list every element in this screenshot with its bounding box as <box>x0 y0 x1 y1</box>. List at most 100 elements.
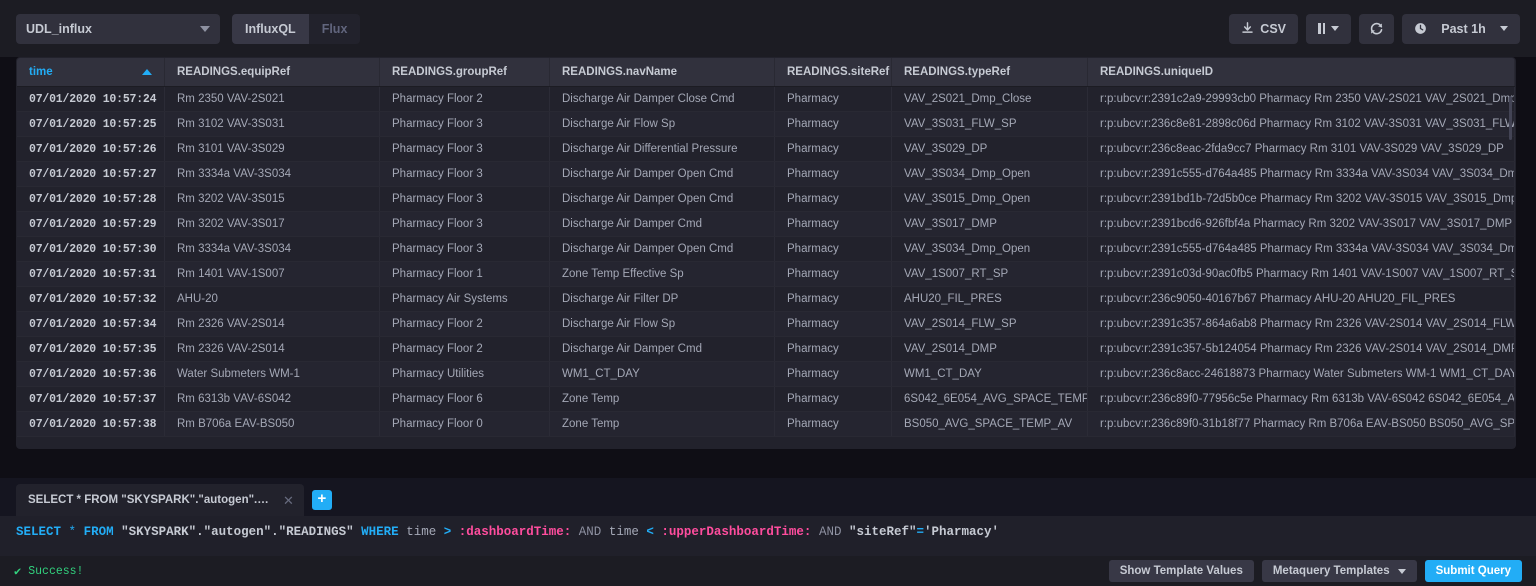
cell-typeref: BS050_AVG_SPACE_TEMP_AV <box>892 412 1088 436</box>
cell-equipref: Rm 3202 VAV-3S015 <box>165 187 380 211</box>
cell-typeref: WM1_CT_DAY <box>892 362 1088 386</box>
close-icon[interactable]: ✕ <box>283 494 294 507</box>
query-tab-bar: SELECT * FROM "SKYSPARK"."autogen"."READ… <box>0 478 1536 516</box>
table-row[interactable]: 07/01/2020 10:57:37 Rm 6313b VAV-6S042 Pha… <box>17 387 1515 412</box>
query-token: AND <box>578 525 602 539</box>
tab-influxql[interactable]: InfluxQL <box>232 13 309 44</box>
metaquery-templates-button[interactable]: Metaquery Templates <box>1261 560 1417 582</box>
table-vertical-scrollbar[interactable] <box>1509 96 1512 140</box>
cell-navname: Discharge Air Flow Sp <box>550 112 775 136</box>
cell-typeref: VAV_2S021_Dmp_Close <box>892 87 1088 111</box>
cell-equipref: Water Submeters WM-1 <box>165 362 380 386</box>
cell-navname: Discharge Air Damper Cmd <box>550 212 775 236</box>
metaquery-templates-label: Metaquery Templates <box>1272 565 1390 577</box>
download-csv-label: CSV <box>1260 21 1286 36</box>
tab-flux[interactable]: Flux <box>308 13 361 44</box>
cell-typeref: VAV_1S007_RT_SP <box>892 262 1088 286</box>
refresh-button[interactable] <box>1359 13 1394 44</box>
cell-groupref: Pharmacy Floor 3 <box>380 137 550 161</box>
cell-navname: WM1_CT_DAY <box>550 362 775 386</box>
cell-uniqueid: r:p:ubcv:r:236c8eac-2fda9cc7 Pharmacy Rm… <box>1088 137 1515 161</box>
column-header-time[interactable]: time <box>17 58 165 86</box>
query-token: SELECT <box>16 525 62 539</box>
cell-typeref: VAV_3S034_Dmp_Open <box>892 162 1088 186</box>
table-row[interactable]: 07/01/2020 10:57:32 AHU-20 Pharmacy Air Sy… <box>17 287 1515 312</box>
cell-navname: Discharge Air Damper Open Cmd <box>550 187 775 211</box>
pause-autorefresh-button[interactable] <box>1306 13 1351 44</box>
query-token: time <box>608 525 639 539</box>
data-explorer-page: UDL_influx InfluxQL Flux CSV Past 1h tim… <box>0 0 1536 586</box>
query-token <box>841 525 849 539</box>
table-row[interactable]: 07/01/2020 10:57:26 Rm 3101 VAV-3S029 Phar… <box>17 137 1515 162</box>
cell-time: 07/01/2020 10:57:31 <box>17 262 165 286</box>
download-csv-button[interactable]: CSV <box>1229 13 1298 44</box>
database-select[interactable]: UDL_influx <box>16 13 220 44</box>
add-query-tab-button[interactable]: + <box>311 490 332 510</box>
table-row[interactable]: 07/01/2020 10:57:34 Rm 2326 VAV-2S014 Phar… <box>17 312 1515 337</box>
toolbar-actions: CSV Past 1h <box>1229 13 1520 44</box>
cell-equipref: Rm 3102 VAV-3S031 <box>165 112 380 136</box>
cell-navname: Zone Temp <box>550 412 775 436</box>
cell-typeref: VAV_3S015_Dmp_Open <box>892 187 1088 211</box>
column-header-siteref[interactable]: READINGS.siteRef <box>775 58 892 86</box>
time-range-picker[interactable]: Past 1h <box>1402 13 1520 44</box>
cell-uniqueid: r:p:ubcv:r:2391c2a9-29993cb0 Pharmacy Rm… <box>1088 87 1515 111</box>
refresh-icon <box>1370 22 1383 35</box>
cell-typeref: VAV_3S017_DMP <box>892 212 1088 236</box>
table-row[interactable]: 07/01/2020 10:57:27 Rm 3334a VAV-3S034 Pha… <box>17 162 1515 187</box>
table-row[interactable]: 07/01/2020 10:57:38 Rm B706a EAV-BS050 Pha… <box>17 412 1515 437</box>
cell-groupref: Pharmacy Floor 2 <box>380 337 550 361</box>
cell-groupref: Pharmacy Floor 1 <box>380 262 550 286</box>
cell-time: 07/01/2020 10:57:27 <box>17 162 165 186</box>
table-row[interactable]: 07/01/2020 10:57:30 Rm 3334a VAV-3S034 Pha… <box>17 237 1515 262</box>
cell-groupref: Pharmacy Floor 3 <box>380 187 550 211</box>
show-template-values-button[interactable]: Show Template Values <box>1108 560 1254 582</box>
cell-groupref: Pharmacy Floor 3 <box>380 162 550 186</box>
cell-equipref: Rm 3334a VAV-3S034 <box>165 162 380 186</box>
table-body[interactable]: 07/01/2020 10:57:24 Rm 2350 VAV-2S021 Phar… <box>17 87 1515 437</box>
cell-equipref: Rm B706a EAV-BS050 <box>165 412 380 436</box>
pause-icon <box>1318 23 1325 34</box>
table-row[interactable]: 07/01/2020 10:57:36 Water Submeters WM-1 P… <box>17 362 1515 387</box>
cell-uniqueid: r:p:ubcv:r:236c9050-40167b67 Pharmacy AH… <box>1088 287 1515 311</box>
query-token <box>451 525 459 539</box>
query-token: :upperDashboardTime: <box>661 525 812 539</box>
cell-uniqueid: r:p:ubcv:r:236c8e81-2898c06d Pharmacy Rm… <box>1088 112 1515 136</box>
cell-typeref: VAV_3S031_FLW_SP <box>892 112 1088 136</box>
column-header-uniqueid[interactable]: READINGS.uniqueID <box>1088 58 1515 86</box>
column-header-equipref[interactable]: READINGS.equipRef <box>165 58 380 86</box>
cell-uniqueid: r:p:ubcv:r:2391bd1b-72d5b0ce Pharmacy Rm… <box>1088 187 1515 211</box>
cell-typeref: AHU20_FIL_PRES <box>892 287 1088 311</box>
cell-time: 07/01/2020 10:57:29 <box>17 212 165 236</box>
query-token: < <box>646 525 654 539</box>
download-icon <box>1242 22 1253 33</box>
query-editor[interactable]: SELECT * FROM "SKYSPARK"."autogen"."READ… <box>0 516 1536 556</box>
column-header-time-label: time <box>29 66 53 78</box>
column-header-navname[interactable]: READINGS.navName <box>550 58 775 86</box>
submit-query-button[interactable]: Submit Query <box>1424 560 1522 582</box>
cell-equipref: Rm 3334a VAV-3S034 <box>165 237 380 261</box>
query-token: = <box>916 525 924 539</box>
column-header-typeref[interactable]: READINGS.typeRef <box>892 58 1088 86</box>
query-tab[interactable]: SELECT * FROM "SKYSPARK"."autogen"."READ… <box>16 484 304 516</box>
table-row[interactable]: 07/01/2020 10:57:31 Rm 1401 VAV-1S007 Phar… <box>17 262 1515 287</box>
query-tab-label: SELECT * FROM "SKYSPARK"."autogen"."READ… <box>28 494 273 506</box>
table-row[interactable]: 07/01/2020 10:57:28 Rm 3202 VAV-3S015 Phar… <box>17 187 1515 212</box>
table-row[interactable]: 07/01/2020 10:57:24 Rm 2350 VAV-2S021 Phar… <box>17 87 1515 112</box>
cell-groupref: Pharmacy Air Systems <box>380 287 550 311</box>
table-row[interactable]: 07/01/2020 10:57:25 Rm 3102 VAV-3S031 Phar… <box>17 112 1515 137</box>
cell-navname: Discharge Air Differential Pressure <box>550 137 775 161</box>
cell-navname: Discharge Air Filter DP <box>550 287 775 311</box>
cell-time: 07/01/2020 10:57:37 <box>17 387 165 411</box>
column-header-groupref[interactable]: READINGS.groupRef <box>380 58 550 86</box>
cell-equipref: Rm 2350 VAV-2S021 <box>165 87 380 111</box>
query-token: AND <box>818 525 842 539</box>
check-icon: ✔ <box>14 564 22 579</box>
table-row[interactable]: 07/01/2020 10:57:35 Rm 2326 VAV-2S014 Phar… <box>17 337 1515 362</box>
cell-groupref: Pharmacy Floor 3 <box>380 112 550 136</box>
cell-groupref: Pharmacy Floor 3 <box>380 237 550 261</box>
table-row[interactable]: 07/01/2020 10:57:29 Rm 3202 VAV-3S017 Phar… <box>17 212 1515 237</box>
query-token <box>114 525 122 539</box>
query-token: FROM <box>83 525 114 539</box>
cell-navname: Discharge Air Damper Close Cmd <box>550 87 775 111</box>
